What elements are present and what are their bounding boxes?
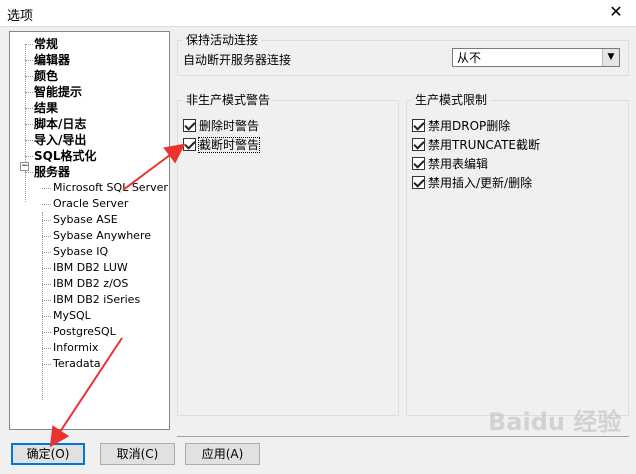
tree-item-servers[interactable]: 服务器	[24, 164, 70, 180]
tree-item-editor[interactable]: 编辑器	[24, 52, 70, 68]
chevron-down-icon[interactable]: ▼	[602, 49, 619, 66]
disable-drop-checkbox[interactable]	[412, 119, 425, 132]
ok-button[interactable]: 确定(O)	[11, 443, 85, 465]
disable-drop-option[interactable]: 禁用DROP删除	[412, 118, 510, 134]
tree-connector	[42, 212, 43, 400]
tree-item-db2-iseries[interactable]: IBM DB2 iSeries	[41, 292, 140, 308]
apply-button[interactable]: 应用(A)	[185, 443, 260, 465]
prod-group-label: 生产模式限制	[412, 93, 491, 107]
disable-dml-checkbox[interactable]	[412, 176, 425, 189]
disable-dml-label: 禁用插入/更新/删除	[428, 176, 533, 190]
title-bar: 选项 ✕	[0, 0, 636, 27]
warn-on-truncate-label: 截断时警告	[197, 137, 261, 153]
warn-on-delete-label: 删除时警告	[199, 119, 260, 133]
close-icon[interactable]: ✕	[606, 2, 626, 22]
disable-truncate-option[interactable]: 禁用TRUNCATE截断	[412, 137, 540, 153]
warn-on-delete-option[interactable]: 删除时警告	[183, 118, 259, 134]
disable-table-edit-checkbox[interactable]	[412, 157, 425, 170]
warn-on-truncate-checkbox[interactable]	[183, 138, 196, 151]
tree-item-sybase-iq[interactable]: Sybase IQ	[41, 244, 108, 260]
tree-item-sybase-ase[interactable]: Sybase ASE	[42, 212, 118, 228]
disable-table-edit-option[interactable]: 禁用表编辑	[412, 156, 488, 172]
auto-disconnect-value: 从不	[457, 51, 482, 65]
tree-item-db2-zos[interactable]: IBM DB2 z/OS	[41, 276, 128, 292]
auto-disconnect-label: 自动断开服务器连接	[183, 53, 292, 67]
disable-table-edit-label: 禁用表编辑	[428, 157, 489, 171]
disable-dml-option[interactable]: 禁用插入/更新/删除	[412, 175, 532, 191]
tree-item-intellisense[interactable]: 智能提示	[24, 84, 82, 100]
tree-connector	[25, 44, 26, 202]
tree-item-script-log[interactable]: 脚本/日志	[24, 116, 86, 132]
tree-item-sql-format[interactable]: SQL格式化	[25, 148, 97, 164]
tree-item-sybase-anywhere[interactable]: Sybase Anywhere	[41, 228, 151, 244]
collapse-icon[interactable]: −	[20, 162, 29, 171]
tree-item-general[interactable]: 常规	[24, 36, 58, 52]
warn-on-truncate-option[interactable]: 截断时警告	[183, 137, 261, 153]
options-tree[interactable]: 常规 编辑器 颜色 智能提示 结果 脚本/日志 导入/导出 SQL格式化 − 服…	[9, 31, 170, 430]
tree-item-colors[interactable]: 颜色	[24, 68, 58, 84]
warn-on-delete-checkbox[interactable]	[183, 119, 196, 132]
keepalive-group-label: 保持活动连接	[183, 33, 262, 47]
disable-truncate-checkbox[interactable]	[412, 138, 425, 151]
auto-disconnect-select[interactable]: 从不 ▼	[452, 48, 620, 67]
nonprod-warning-group: 非生产模式警告 删除时警告 截断时警告	[177, 93, 399, 416]
window-title: 选项	[7, 9, 34, 24]
tree-item-db2-luw[interactable]: IBM DB2 LUW	[42, 260, 128, 276]
tree-item-mysql[interactable]: MySQL	[42, 308, 91, 324]
tree-item-postgresql[interactable]: PostgreSQL	[42, 324, 116, 340]
tree-item-import-export[interactable]: 导入/导出	[24, 132, 86, 148]
prod-restriction-group: 生产模式限制 禁用DROP删除 禁用TRUNCATE截断 禁用表编辑 禁用插入/…	[406, 93, 629, 416]
disable-drop-label: 禁用DROP删除	[428, 119, 511, 133]
tree-item-results[interactable]: 结果	[24, 100, 58, 116]
nonprod-group-label: 非生产模式警告	[183, 93, 274, 107]
tree-item-oracle[interactable]: Oracle Server	[41, 196, 128, 212]
tree-item-mssql[interactable]: Microsoft SQL Server	[42, 180, 168, 196]
cancel-button[interactable]: 取消(C)	[100, 443, 175, 465]
disable-truncate-label: 禁用TRUNCATE截断	[428, 138, 540, 152]
tree-item-informix[interactable]: Informix	[41, 340, 98, 356]
tree-item-teradata[interactable]: Teradata	[42, 356, 101, 372]
watermark: Baidu 经验	[488, 408, 622, 436]
